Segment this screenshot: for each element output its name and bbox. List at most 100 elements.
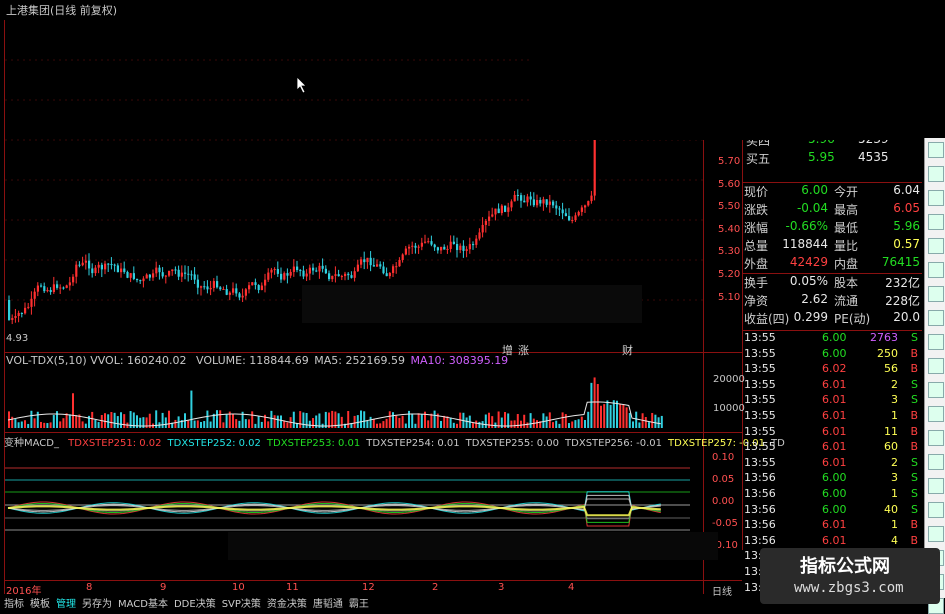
tab-9[interactable]: 霸王 <box>349 599 369 610</box>
sidebar-button-icon[interactable] <box>928 526 944 542</box>
tick-side: S <box>911 393 918 407</box>
date-tick: 2 <box>432 582 439 593</box>
tick-volume: 11 <box>884 424 898 438</box>
tick-time: 13:55 <box>744 440 776 454</box>
tick-side: S <box>911 471 918 485</box>
stat-label: 净资 <box>744 294 769 308</box>
tab-8[interactable]: 唐韬通 <box>313 599 343 610</box>
date-tick: 9 <box>160 582 167 593</box>
tab-5[interactable]: DDE决策 <box>174 599 216 610</box>
sidebar-button-icon[interactable] <box>928 190 944 206</box>
sidebar-button-icon[interactable] <box>928 382 944 398</box>
site-watermark: 指标公式网 www.zbgs3.com <box>760 548 940 604</box>
sidebar-button-icon[interactable] <box>928 502 944 518</box>
tick-volume: 56 <box>884 362 898 376</box>
price-tick: 5.50 <box>718 201 741 213</box>
stat-value: 5.96 <box>893 219 920 233</box>
mouse-cursor-icon <box>296 76 307 94</box>
tick-side: S <box>911 502 918 516</box>
sidebar-button-icon[interactable] <box>928 406 944 422</box>
price-tick: 5.20 <box>718 269 741 280</box>
macd-tick: 0.05 <box>712 474 735 485</box>
stat-value: 0.299 <box>793 310 828 324</box>
date-tick: 11 <box>286 582 299 593</box>
tick-price: 6.01 <box>822 455 847 469</box>
tab-7[interactable]: 资金决策 <box>267 599 307 610</box>
macd-step-6: TDXSTEP256: -0.01 <box>565 438 663 449</box>
tab-6[interactable]: SVP决策 <box>222 599 261 610</box>
stat-value: 20.0 <box>893 310 920 324</box>
sidebar-button-icon[interactable] <box>928 310 944 326</box>
tick-price: 6.00 <box>822 486 847 500</box>
redaction-box-top <box>533 8 945 140</box>
sidebar-button-icon[interactable] <box>928 142 944 158</box>
tick-side: S <box>911 331 918 344</box>
order-book-vol: 4535 <box>858 150 889 164</box>
order-book-label: 买五 <box>746 152 771 166</box>
tick-price: 6.01 <box>822 393 847 407</box>
stat-label: 流通 <box>834 294 859 308</box>
marker-zhang: 涨 <box>518 344 529 357</box>
sidebar-button-icon[interactable] <box>928 454 944 470</box>
price-tick: 5.70 <box>718 156 741 167</box>
stat-label: 现价 <box>744 185 769 199</box>
tick-time: 13:56 <box>744 502 776 516</box>
date-tick: 8 <box>86 582 93 593</box>
stat-value: 228亿 <box>885 294 920 308</box>
tick-volume: 3 <box>891 471 898 485</box>
stat-value: 118844 <box>782 237 828 251</box>
ma5-value: MA5: 252169.59 <box>314 354 405 367</box>
sidebar-button-icon[interactable] <box>928 166 944 182</box>
stat-value: 76415 <box>881 255 920 269</box>
sidebar-button-icon[interactable] <box>928 286 944 302</box>
tick-price: 6.00 <box>822 346 847 360</box>
price-tick: 5.10 <box>718 291 741 303</box>
ma10-value: MA10: 308395.19 <box>410 354 509 367</box>
date-tick: 10 <box>232 582 245 593</box>
sidebar-button-icon[interactable] <box>928 262 944 278</box>
volume-value: VOLUME: 118844.69 <box>196 354 309 367</box>
tick-row: 13:56 6.00 1 S <box>742 487 922 503</box>
tick-row: 13:55 6.02 56 B <box>742 362 922 378</box>
tick-price: 6.02 <box>822 362 847 376</box>
tick-volume: 60 <box>884 440 898 454</box>
sidebar-button-icon[interactable] <box>928 334 944 350</box>
tick-time: 13:56 <box>744 486 776 500</box>
tab-3[interactable]: 另存为 <box>82 599 112 610</box>
tick-volume: 250 <box>877 346 898 360</box>
stat-value: 232亿 <box>885 276 920 290</box>
tick-row: 13:55 6.01 1 B <box>742 409 922 425</box>
tick-row: 13:55 6.00 250 B <box>742 347 922 363</box>
tick-side: B <box>910 362 918 376</box>
quote-panel: 买四5.965239买五5.954535现价6.00今开6.04涨跌-0.04最… <box>742 110 922 596</box>
macd-step-1: TDXSTEP251: 0.02 <box>68 438 162 449</box>
tick-volume: 2763 <box>870 331 898 344</box>
tab-2[interactable]: 管理 <box>56 599 76 610</box>
date-tick: 3 <box>498 582 505 593</box>
tick-time: 13:56 <box>744 518 776 532</box>
stat-value: 0.05% <box>789 274 828 288</box>
stat-label: 换手 <box>744 276 769 290</box>
tick-price: 6.01 <box>822 518 847 532</box>
stat-value: -0.66% <box>785 219 828 233</box>
macd-tick: -0.05 <box>712 518 738 529</box>
sidebar-button-icon[interactable] <box>928 238 944 254</box>
sidebar-button-icon[interactable] <box>928 214 944 230</box>
tab-1[interactable]: 模板 <box>30 599 50 610</box>
tab-0[interactable]: 指标 <box>4 599 24 610</box>
sidebar-button-icon[interactable] <box>928 430 944 446</box>
sidebar-button-icon[interactable] <box>928 358 944 374</box>
tick-side: B <box>910 408 918 422</box>
tick-time: 13:55 <box>744 331 776 344</box>
tick-time: 13:55 <box>744 424 776 438</box>
tick-side: B <box>910 518 918 532</box>
date-tick: 12 <box>362 582 375 593</box>
macd-tick: 0.00 <box>712 496 735 507</box>
quote-stat-row: 换手 0.05% 股本 232亿 <box>742 273 922 292</box>
timeframe-label[interactable]: 日线 <box>712 583 732 598</box>
tick-time: 13:55 <box>744 377 776 391</box>
sidebar-button-icon[interactable] <box>928 478 944 494</box>
macd-step-2: TDXSTEP252: 0.02 <box>167 438 261 449</box>
tick-price: 6.00 <box>822 502 847 516</box>
tab-4[interactable]: MACD基本 <box>118 599 168 610</box>
